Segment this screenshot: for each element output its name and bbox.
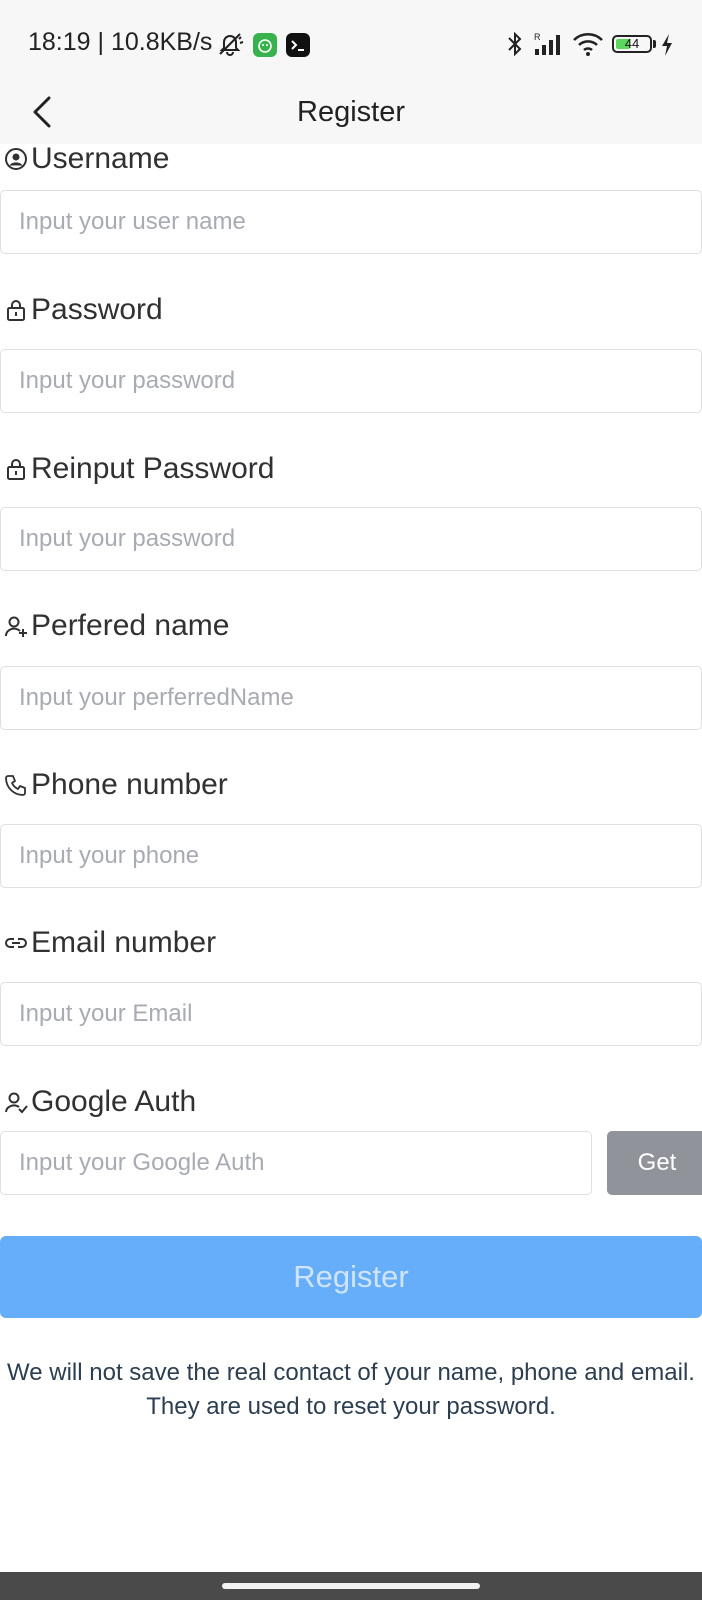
get-code-button[interactable]: Get [607,1131,702,1195]
reinput-password-label-text: Reinput Password [31,452,275,485]
user-circle-icon [4,147,28,171]
battery-percent: 44 [624,36,640,51]
username-input[interactable] [0,190,702,254]
preferred-name-label-text: Perfered name [31,609,230,642]
google-auth-label: Google Auth [4,1084,196,1120]
reinput-password-label: Reinput Password [4,451,274,487]
chevron-left-icon [33,96,51,128]
privacy-notice: We will not save the real contact of you… [7,1359,695,1420]
register-button[interactable]: Register [0,1236,702,1318]
gesture-bar [0,1572,702,1600]
password-label-text: Password [31,293,163,326]
phone-icon [4,773,28,797]
home-indicator[interactable] [222,1583,480,1589]
phone-label-text: Phone number [31,768,228,801]
wifi-icon [572,31,604,62]
link-icon [4,931,28,955]
bell-muted-icon [216,30,244,63]
google-auth-label-text: Google Auth [31,1085,197,1118]
signal-icon: R [533,31,565,62]
page-title: Register [297,96,405,128]
bluetooth-icon [505,30,525,63]
phone-label: Phone number [4,767,228,803]
battery-icon: 44 [612,35,652,53]
svg-text:R: R [534,32,541,42]
email-label-text: Email number [31,926,217,959]
password-input[interactable] [0,349,702,413]
nav-bar: Register [0,80,702,144]
username-label: Username [4,141,169,177]
preferred-name-input[interactable] [0,666,702,730]
preferred-name-label: Perfered name [4,608,229,644]
password-label: Password [4,292,163,328]
google-auth-input[interactable] [0,1131,592,1195]
status-bar: 18:19 | 10.8KB/s R 44 [0,0,702,80]
username-label-text: Username [31,142,170,175]
charging-bolt-icon [660,33,674,62]
phone-input[interactable] [0,824,702,888]
status-time: 18:19 | 10.8KB/s [28,28,213,56]
user-check-icon [4,1090,28,1114]
lock-icon [4,298,28,322]
battery-cap [653,40,656,48]
back-button[interactable] [18,88,66,136]
terminal-app-icon [286,33,310,57]
email-label: Email number [4,925,216,961]
user-add-icon [4,614,28,638]
email-input[interactable] [0,982,702,1046]
android-app-icon [253,33,277,57]
reinput-password-input[interactable] [0,507,702,571]
lock-icon [4,457,28,481]
